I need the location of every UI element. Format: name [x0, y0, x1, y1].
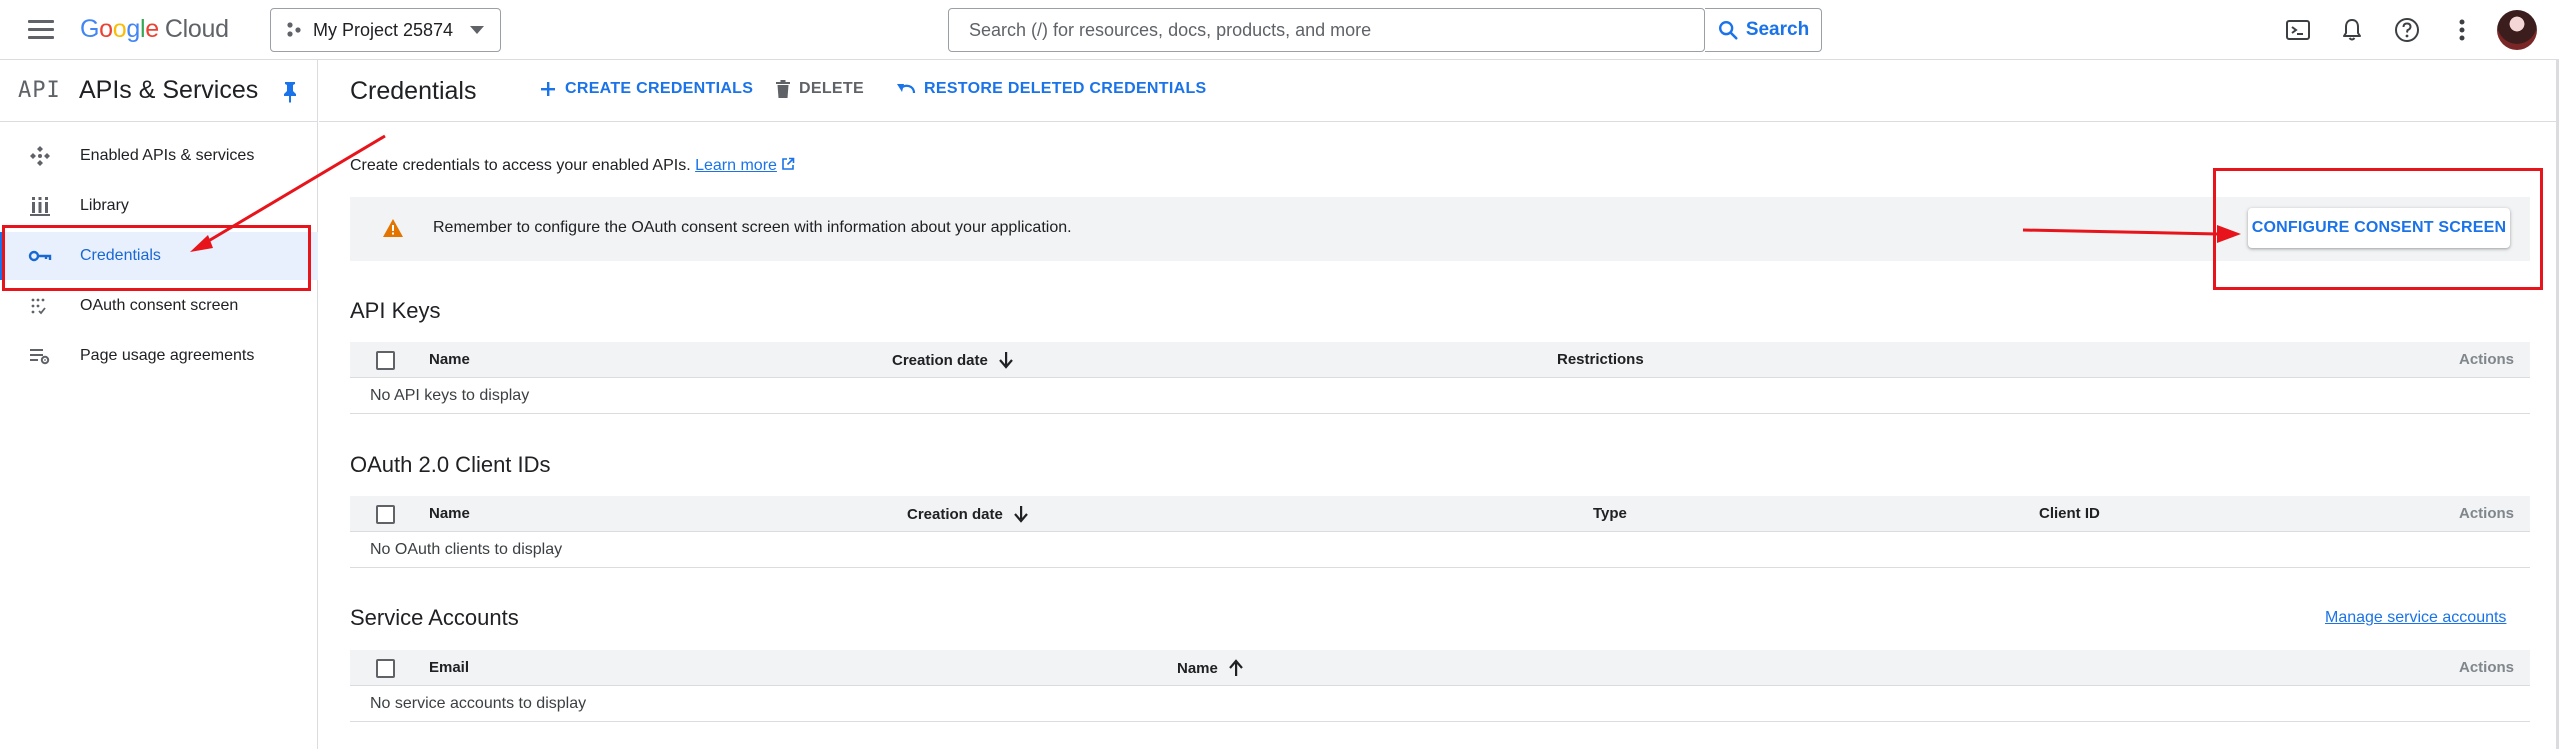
annotation-highlight-consent-button: [2213, 168, 2543, 290]
sidebar-item-label: Page usage agreements: [80, 347, 255, 364]
search-button-label: Search: [1745, 19, 1810, 40]
logo-letter: o: [112, 15, 127, 43]
intro-text: Create credentials to access your enable…: [350, 157, 795, 175]
service-accounts-title: Service Accounts: [350, 605, 519, 630]
consent-screen-icon: [28, 294, 52, 318]
consent-warning-banner: Remember to configure the OAuth consent …: [350, 197, 2530, 261]
sidebar-item-label: Library: [80, 197, 129, 214]
column-header: Actions: [2459, 351, 2515, 368]
logo-letter: o: [99, 15, 113, 43]
sidebar-item-label: OAuth consent screen: [80, 297, 239, 314]
settings-list-icon: [28, 344, 52, 368]
google-cloud-logo[interactable]: Google Cloud: [80, 15, 229, 44]
sidebar-item-label: Enabled APIs & services: [80, 147, 255, 164]
project-icon: [287, 22, 301, 37]
column-header-sortable[interactable]: Creation date: [892, 351, 1014, 369]
restore-credentials-button[interactable]: RESTORE DELETED CREDENTIALS: [896, 80, 1207, 98]
page-header: Credentials CREATE CREDENTIALS DELETE RE…: [319, 60, 2559, 122]
menu-icon[interactable]: [28, 20, 54, 40]
search-icon: [1718, 21, 1738, 40]
table-empty-row: No service accounts to display: [350, 686, 2530, 722]
logo-product: Cloud: [164, 15, 229, 43]
project-name: My Project 25874: [313, 19, 454, 40]
column-header: Actions: [2459, 659, 2515, 676]
arrow-down-icon: [999, 352, 1013, 369]
restore-label: RESTORE DELETED CREDENTIALS: [924, 80, 1207, 97]
table-empty-row: No OAuth clients to display: [350, 532, 2530, 568]
table-empty-row: No API keys to display: [350, 378, 2530, 414]
api-logo-icon: API: [18, 78, 61, 103]
project-picker[interactable]: My Project 25874: [270, 8, 501, 52]
logo-letter: g: [126, 15, 140, 43]
column-header[interactable]: Type: [1593, 505, 1627, 522]
banner-message: Remember to configure the OAuth consent …: [433, 219, 1072, 236]
column-header: Actions: [2459, 505, 2515, 522]
sidebar-title: APIs & Services: [79, 76, 259, 104]
undo-icon: [897, 84, 916, 94]
arrow-up-icon: [1229, 659, 1243, 676]
help-icon[interactable]: [2391, 14, 2423, 46]
trash-icon: [776, 80, 790, 98]
sidebar: API APIs & Services Enabled APIs & servi…: [0, 60, 318, 749]
column-header-label: Name: [1177, 659, 1218, 677]
select-all-checkbox[interactable]: [376, 351, 395, 370]
create-credentials-label: CREATE CREDENTIALS: [565, 80, 754, 97]
oauth-clients-title: OAuth 2.0 Client IDs: [350, 452, 551, 477]
sidebar-item-enabled-apis[interactable]: Enabled APIs & services: [0, 132, 318, 180]
avatar[interactable]: [2497, 10, 2537, 50]
notifications-icon[interactable]: [2336, 14, 2368, 46]
column-header-label: Creation date: [907, 505, 1003, 523]
empty-message: No service accounts to display: [370, 695, 587, 712]
library-icon: [28, 194, 52, 218]
external-link-icon: [782, 157, 795, 170]
cloud-shell-icon[interactable]: [2282, 14, 2314, 46]
select-all-checkbox[interactable]: [376, 505, 395, 524]
column-header[interactable]: Name: [429, 505, 470, 522]
api-keys-table-header: Name Creation date Restrictions Actions: [350, 342, 2530, 378]
more-vert-icon[interactable]: [2446, 14, 2478, 46]
oauth-clients-table-header: Name Creation date Type Client ID Action…: [350, 496, 2530, 532]
create-credentials-button[interactable]: CREATE CREDENTIALS: [539, 80, 753, 98]
arrow-down-icon: [1014, 506, 1028, 523]
pin-icon[interactable]: [280, 80, 300, 104]
plus-icon: [541, 82, 555, 96]
delete-label: DELETE: [799, 80, 864, 97]
learn-more-label: Learn more: [695, 157, 777, 174]
sidebar-item-library[interactable]: Library: [0, 182, 318, 230]
empty-message: No API keys to display: [370, 387, 530, 404]
column-header[interactable]: Name: [429, 351, 470, 368]
search-input[interactable]: [949, 9, 1705, 51]
column-header-label: Creation date: [892, 351, 988, 369]
column-header[interactable]: Restrictions: [1557, 351, 1644, 368]
sidebar-header: API APIs & Services: [0, 60, 318, 122]
search-button[interactable]: Search: [1705, 8, 1822, 52]
logo-letter: e: [145, 15, 159, 43]
column-header[interactable]: Email: [429, 659, 469, 676]
warning-icon: [383, 219, 403, 237]
column-header[interactable]: Client ID: [2039, 505, 2100, 522]
manage-service-accounts-link[interactable]: Manage service accounts: [2325, 609, 2506, 627]
service-accounts-table-header: Email Name Actions: [350, 650, 2530, 686]
logo-letter: G: [80, 15, 100, 43]
annotation-highlight-credentials: [2, 225, 311, 291]
column-header-sortable[interactable]: Creation date: [907, 505, 1029, 523]
sidebar-item-page-usage[interactable]: Page usage agreements: [0, 332, 318, 380]
intro-description: Create credentials to access your enable…: [350, 157, 691, 174]
column-header-sortable[interactable]: Name: [1177, 659, 1244, 677]
learn-more-link[interactable]: Learn more: [695, 157, 777, 174]
delete-button[interactable]: DELETE: [775, 80, 864, 98]
chevron-down-icon: [470, 26, 484, 34]
api-keys-title: API Keys: [350, 298, 441, 323]
search-box: [948, 8, 1705, 52]
select-all-checkbox[interactable]: [376, 659, 395, 678]
enabled-apis-icon: [28, 144, 52, 168]
page-title: Credentials: [350, 77, 477, 105]
empty-message: No OAuth clients to display: [370, 541, 563, 558]
top-bar: Google Cloud My Project 25874 Search: [0, 0, 2559, 60]
